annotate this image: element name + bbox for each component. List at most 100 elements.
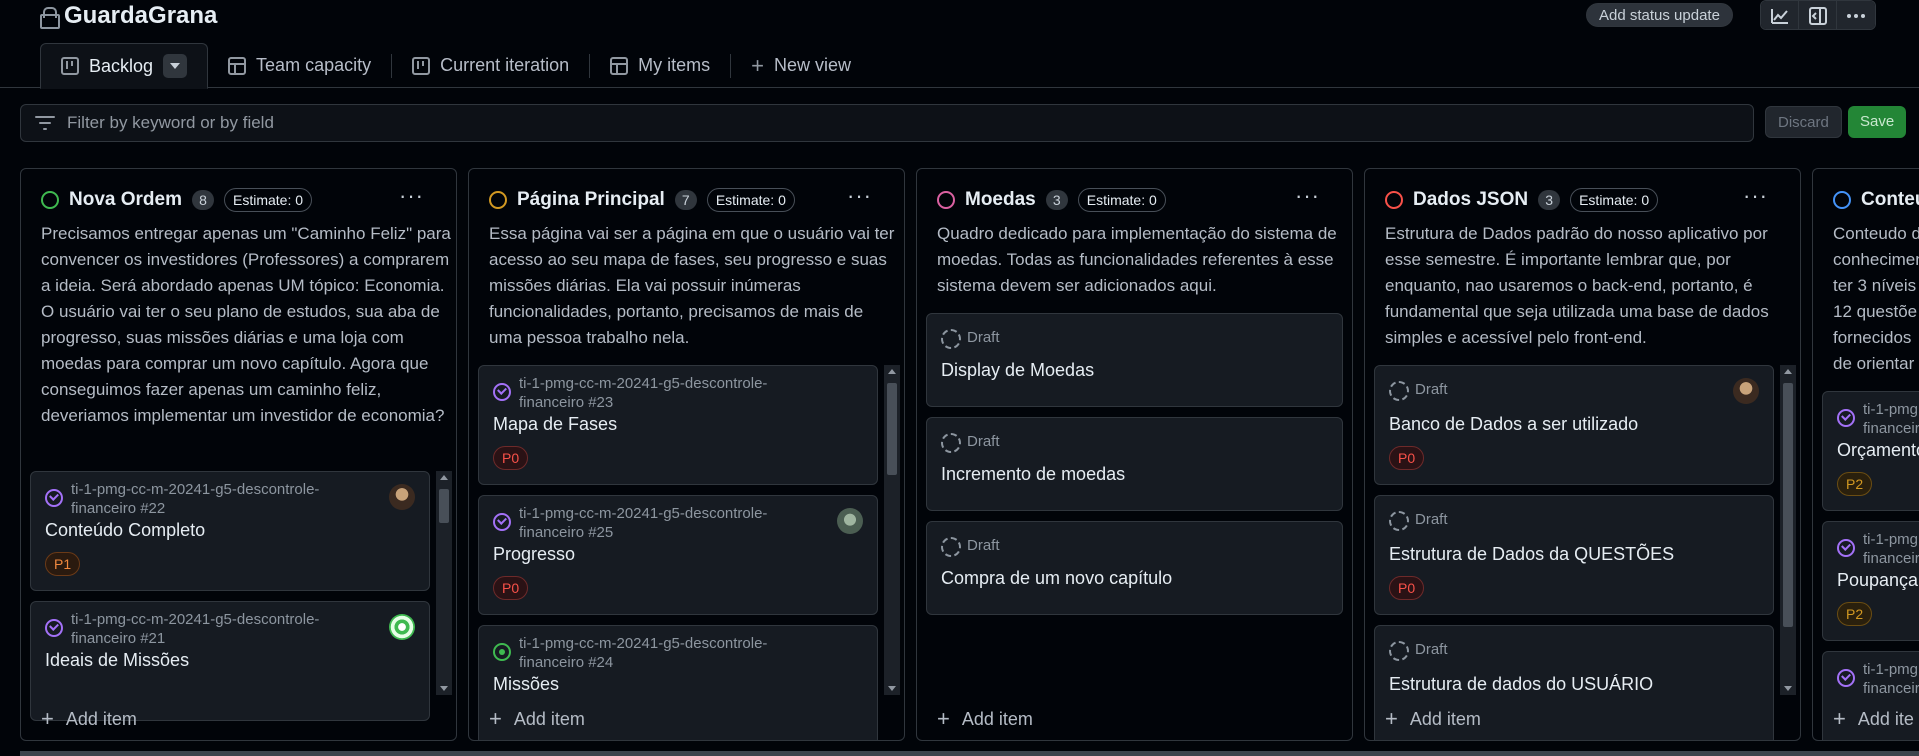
card-title[interactable]: Estrutura de Dados da QUESTÕES (1389, 544, 1674, 565)
column-title: Dados JSON (1413, 189, 1529, 210)
issue-card[interactable]: ti-1-pmg-cc-m-20241-g5-descontrole-finan… (478, 495, 878, 615)
chevron-down-icon[interactable] (163, 54, 188, 78)
priority-badge: P2 (1837, 472, 1873, 496)
card-title[interactable]: Compra de um novo capítulo (941, 568, 1172, 589)
card-title[interactable]: Conteúdo Completo (45, 520, 205, 541)
column-description: Precisamos entregar apenas um "Caminho F… (41, 224, 451, 425)
issue-reference[interactable]: ti-1-pmg-cc-m-20241-g5-descontrole-finan… (519, 374, 819, 412)
add-item-button[interactable]: + Add item (41, 704, 137, 734)
sidebar-icon[interactable] (1799, 1, 1837, 29)
issue-reference[interactable]: ti-1-pmg-cc-m-20241-g5-descontrole-finan… (519, 504, 819, 542)
tab-current-iteration[interactable]: Current iteration (392, 43, 589, 88)
scrollbar[interactable] (884, 365, 900, 695)
more-icon[interactable] (1837, 1, 1875, 29)
board-column-conteudo: Conteu Conteudo d conhecimen ter 3 nívei… (1812, 168, 1919, 741)
tab-team-capacity[interactable]: Team capacity (208, 43, 391, 88)
card-title[interactable]: Mapa de Fases (493, 414, 617, 435)
add-item-label: Add item (1409, 708, 1481, 729)
avatar[interactable] (389, 484, 415, 510)
description-line: conhecimen (1833, 250, 1919, 269)
scroll-up-icon[interactable] (888, 369, 896, 374)
plus-icon: + (751, 52, 765, 78)
card-title[interactable]: Progresso (493, 544, 575, 565)
card-list: Draft Banco de Dados a ser utilizado P0 … (1374, 365, 1774, 740)
add-item-button[interactable]: + Add item (489, 704, 585, 734)
avatar[interactable] (1733, 378, 1759, 404)
scroll-thumb[interactable] (887, 383, 897, 475)
scroll-thumb[interactable] (439, 489, 449, 523)
discard-button[interactable]: Discard (1765, 106, 1842, 138)
column-header: Página Principal 7 Estimate: 0 (489, 187, 795, 213)
draft-card[interactable]: Draft Incremento de moedas (926, 417, 1343, 511)
column-menu-icon[interactable]: ··· (1295, 185, 1320, 207)
priority-badge: P0 (493, 576, 529, 600)
horizontal-scrollbar[interactable] (20, 751, 1919, 756)
scroll-up-icon[interactable] (440, 475, 448, 480)
title-row: GuardaGrana (40, 0, 217, 32)
issue-reference[interactable]: ti-1-pmg financeir (1863, 400, 1919, 438)
column-menu-icon[interactable]: ··· (1743, 185, 1768, 207)
new-view-button[interactable]: + New view (731, 43, 871, 88)
issue-reference[interactable]: ti-1-pmg financeir (1863, 660, 1919, 698)
scrollbar[interactable] (436, 471, 452, 695)
add-item-button[interactable]: + Add item (937, 704, 1033, 734)
add-item-button[interactable]: + Add item (1385, 704, 1481, 734)
filter-placeholder: Filter by keyword or by field (67, 113, 274, 132)
issue-closed-icon (45, 619, 63, 637)
card-title[interactable]: Banco de Dados a ser utilizado (1389, 414, 1638, 435)
add-item-label: Add item (513, 708, 585, 729)
issue-reference[interactable]: ti-1-pmg-cc-m-20241-g5-descontrole-finan… (519, 634, 819, 672)
add-item-button[interactable]: + Add ite (1833, 704, 1914, 734)
tab-my-items[interactable]: My items (590, 43, 730, 88)
issue-reference[interactable]: ti-1-pmg-cc-m-20241-g5-descontrole-finan… (71, 610, 371, 648)
status-circle-icon (1833, 191, 1851, 209)
filter-input[interactable]: Filter by keyword or by field (20, 104, 1754, 142)
plus-icon: + (1833, 706, 1846, 731)
scroll-down-icon[interactable] (440, 686, 448, 691)
column-menu-icon[interactable]: ··· (399, 185, 424, 207)
issue-card[interactable]: ti-1-pmg-cc-m-20241-g5-descontrole-finan… (30, 471, 430, 591)
issue-closed-icon (1837, 669, 1855, 687)
column-menu-icon[interactable]: ··· (847, 185, 872, 207)
table-icon (228, 56, 247, 75)
draft-label: Draft (967, 329, 1000, 346)
insights-icon[interactable] (1761, 1, 1799, 29)
card-title[interactable]: Ideais de Missões (45, 650, 189, 671)
tab-backlog[interactable]: Backlog (40, 43, 209, 89)
issue-card[interactable]: ti-1-pmg-cc-m-20241-g5-descontrole-finan… (30, 601, 430, 721)
scroll-down-icon[interactable] (1784, 686, 1792, 691)
add-status-update-button[interactable]: Add status update (1586, 3, 1733, 27)
card-list: Draft Display de Moedas Draft Incremento… (926, 313, 1343, 625)
issue-card[interactable]: ti-1-pmg financeir Poupança P2 (1822, 521, 1919, 641)
board-icon (61, 57, 79, 75)
card-title[interactable]: Estrutura de dados do USUÁRIO (1389, 674, 1653, 695)
scroll-down-icon[interactable] (888, 686, 896, 691)
scroll-up-icon[interactable] (1784, 369, 1792, 374)
avatar[interactable] (389, 614, 415, 640)
description-line: Conteudo d (1833, 224, 1919, 243)
issue-card[interactable]: ti-1-pmg-cc-m-20241-g5-descontrole-finan… (478, 365, 878, 485)
tab-label: Team capacity (256, 55, 372, 75)
card-title[interactable]: Incremento de moedas (941, 464, 1125, 485)
item-count: 8 (191, 190, 214, 210)
issue-reference[interactable]: ti-1-pmg financeir (1863, 530, 1919, 568)
view-tabs: Backlog Team capacity Current iteration … (40, 43, 871, 89)
card-title[interactable]: Display de Moedas (941, 360, 1094, 381)
card-title[interactable]: Poupança (1837, 570, 1918, 591)
item-count: 3 (1045, 190, 1068, 210)
draft-card[interactable]: Draft Estrutura de Dados da QUESTÕES P0 (1374, 495, 1774, 615)
issue-card[interactable]: ti-1-pmg financeir Orçamento P2 (1822, 391, 1919, 511)
issue-reference[interactable]: ti-1-pmg-cc-m-20241-g5-descontrole-finan… (71, 480, 371, 518)
draft-card[interactable]: Draft Display de Moedas (926, 313, 1343, 407)
description-line: 12 questõe (1833, 302, 1918, 321)
draft-card[interactable]: Draft Compra de um novo capítulo (926, 521, 1343, 615)
scrollbar[interactable] (1780, 365, 1796, 695)
draft-card[interactable]: Draft Banco de Dados a ser utilizado P0 (1374, 365, 1774, 485)
card-title[interactable]: Missões (493, 674, 559, 695)
save-button[interactable]: Save (1848, 106, 1907, 138)
avatar[interactable] (837, 508, 863, 534)
header-actions (1760, 0, 1876, 30)
description-line: de orientar (1833, 354, 1915, 373)
scroll-thumb[interactable] (1783, 383, 1793, 627)
card-title[interactable]: Orçamento (1837, 440, 1919, 461)
